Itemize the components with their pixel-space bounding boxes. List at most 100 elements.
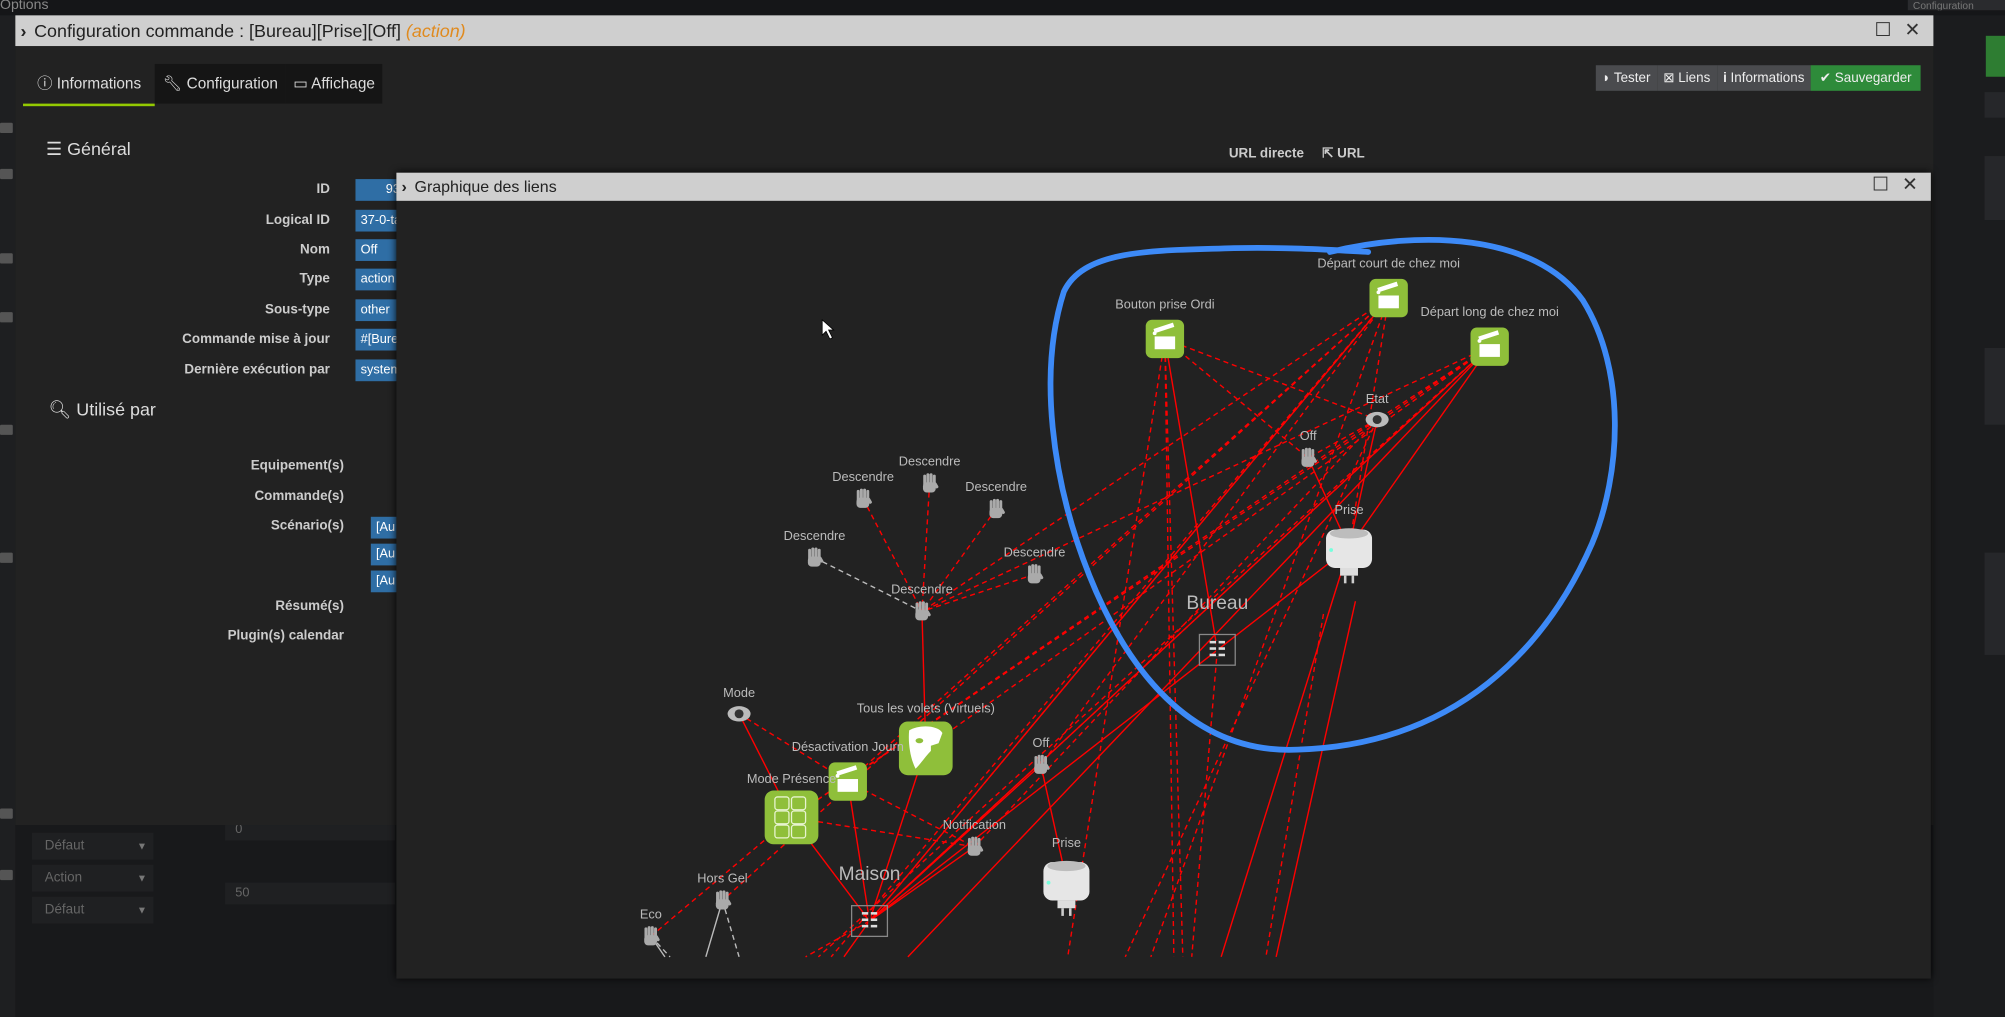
command-type: (action) — [405, 20, 466, 41]
maximize-icon[interactable]: ☐ — [1872, 174, 1889, 196]
commandes-label: Commande(s) — [254, 488, 344, 505]
graph-node-label: Départ court de chez moi — [1317, 255, 1460, 270]
graph-link — [847, 781, 871, 922]
configuration-menu[interactable]: Configuration — [1907, 0, 2005, 11]
graph-node-label: Bouton prise Ordi — [1115, 296, 1214, 311]
heading-text: Général — [67, 138, 131, 159]
info-command-node[interactable]: Etat — [1365, 391, 1389, 428]
general-heading: ☰ Général — [46, 138, 131, 160]
select-default[interactable]: Défaut ▼ — [31, 896, 154, 924]
save-button[interactable]: ✔ Sauvegarder — [1810, 65, 1921, 91]
external-link-icon: ⇱ — [1322, 145, 1338, 162]
graph-node-label: Mode — [723, 685, 755, 700]
tab-affichage[interactable]: ▭ Affichage — [285, 63, 383, 104]
select-value: Action — [44, 869, 83, 886]
toolbar: ◗ Tester ⊠ Liens i Informations ✔ Sauveg… — [1595, 65, 1921, 91]
graph-link — [721, 297, 1390, 902]
graph-node-label: Départ long de chez moi — [1421, 304, 1559, 319]
button-label: Tester — [1613, 70, 1651, 86]
heartbeat-icon — [0, 808, 13, 819]
graph-link — [830, 297, 1390, 958]
options-menu[interactable]: Options — [0, 0, 48, 13]
informations-button[interactable]: i Informations — [1716, 65, 1811, 91]
resumes-label: Résumé(s) — [275, 598, 344, 615]
graph-node-label: Off — [1300, 428, 1317, 443]
value-input[interactable]: 50 — [225, 882, 396, 905]
top-navbar — [0, 0, 2005, 16]
field-label: ID — [316, 181, 330, 197]
action-command-node[interactable]: Eco — [640, 906, 662, 946]
graph-node-label: Désactivation Journ — [792, 739, 904, 754]
tab-label: Configuration — [186, 74, 278, 93]
field-label: Dernière exécution par — [184, 362, 330, 378]
scenario-node[interactable]: Départ long de chez moi — [1421, 304, 1559, 366]
chevron-right-icon: › — [20, 20, 27, 41]
graph-link — [1124, 419, 1378, 958]
rss-icon: ◗ — [1602, 70, 1614, 86]
action-command-node[interactable]: Descendre — [1004, 544, 1066, 584]
select-action[interactable]: Action ▼ — [31, 864, 154, 892]
modal-title: Configuration commande : [Bureau][Prise]… — [34, 20, 401, 41]
virtual-equipment-node[interactable]: Tous les volets (Virtuels) — [857, 701, 995, 776]
tester-button[interactable]: ◗ Tester — [1595, 65, 1657, 91]
action-command-node[interactable]: Descendre — [784, 528, 846, 567]
plugin-icon — [0, 424, 13, 435]
plug-equipment-node[interactable]: Prise — [1043, 835, 1090, 916]
plugin-icon — [0, 312, 13, 323]
caret-down-icon: ▼ — [136, 904, 148, 916]
heading-text: Utilisé par — [76, 399, 156, 420]
graph-title: Graphique des liens — [414, 177, 557, 196]
tabs: ⓘ Informations 🔧︎ Configuration ▭ Affich… — [23, 63, 383, 107]
tab-label: Informations — [56, 74, 142, 93]
graph-titlebar[interactable]: › Graphique des liens ☐ ✕ — [396, 172, 1931, 201]
graph-node-label: Descendre — [832, 469, 894, 484]
graph-node-label: Prise — [1052, 835, 1081, 850]
action-command-node[interactable]: Off — [1032, 735, 1050, 774]
graph-node-label: Descendre — [899, 454, 961, 469]
button-label: Sauvegarder — [1834, 70, 1912, 86]
graph-node-label: Descendre — [1004, 544, 1066, 559]
tab-informations[interactable]: ⓘ Informations — [23, 64, 156, 107]
graph-link — [1164, 338, 1309, 459]
tab-configuration[interactable]: 🔧︎ Configuration — [155, 63, 286, 104]
field-label: Logical ID — [265, 212, 330, 228]
links-graph[interactable]: Bouton prise Ordi Départ court de chez mo… — [396, 201, 1930, 979]
background-right-column — [1933, 15, 2005, 1017]
used-by-heading: 🔍︎ Utilisé par — [49, 399, 156, 421]
graph-link — [1191, 649, 1219, 957]
action-command-node[interactable]: Descendre — [832, 469, 894, 508]
plugin-icon — [0, 552, 13, 563]
action-command-node[interactable]: Descendre — [965, 479, 1027, 519]
liens-button[interactable]: ⊠ Liens — [1656, 65, 1717, 91]
field-label: Commande mise à jour — [182, 331, 330, 347]
action-command-node[interactable]: Descendre — [899, 454, 961, 493]
graph-link — [817, 346, 1491, 958]
desktop-icon: ▭ — [293, 74, 312, 93]
refresh-icon[interactable] — [0, 869, 13, 881]
info-command-node[interactable]: Mode — [723, 685, 755, 722]
action-command-node[interactable]: Hors Gel — [697, 871, 748, 910]
links-icon: ⊠ — [1663, 70, 1679, 86]
action-command-node[interactable]: Notification — [943, 817, 1006, 856]
graph-link — [1348, 346, 1491, 548]
close-icon[interactable]: ✕ — [1905, 19, 1921, 41]
modal-titlebar[interactable]: › Configuration commande : [Bureau][Prise… — [15, 15, 1934, 47]
close-icon[interactable]: ✕ — [1902, 174, 1918, 196]
graph-node-label: Descendre — [784, 528, 846, 543]
mode-equipment-node[interactable]: Mode Présence — [747, 771, 836, 845]
mouse-cursor — [821, 318, 835, 340]
add-button[interactable] — [1985, 35, 2005, 77]
link-label: URL — [1337, 145, 1365, 162]
plug-equipment-node[interactable]: Prise — [1326, 502, 1373, 584]
field-label: Type — [299, 271, 330, 287]
scenarios-label: Scénario(s) — [270, 518, 344, 534]
action-command-node[interactable]: Off — [1300, 428, 1318, 467]
graph-node-label: Off — [1032, 735, 1049, 750]
url-link[interactable]: ⇱ URL — [1322, 146, 1365, 161]
scenario-node[interactable]: Bouton prise Ordi — [1115, 296, 1215, 359]
chevron-right-icon: › — [401, 177, 407, 196]
select-default[interactable]: Défaut ▼ — [31, 832, 154, 860]
maximize-icon[interactable]: ☐ — [1875, 19, 1892, 41]
graph-node-label: Maison — [839, 864, 901, 885]
links-graph-modal: › Graphique des liens ☐ ✕ Bouton prise Ord… — [396, 172, 1931, 979]
